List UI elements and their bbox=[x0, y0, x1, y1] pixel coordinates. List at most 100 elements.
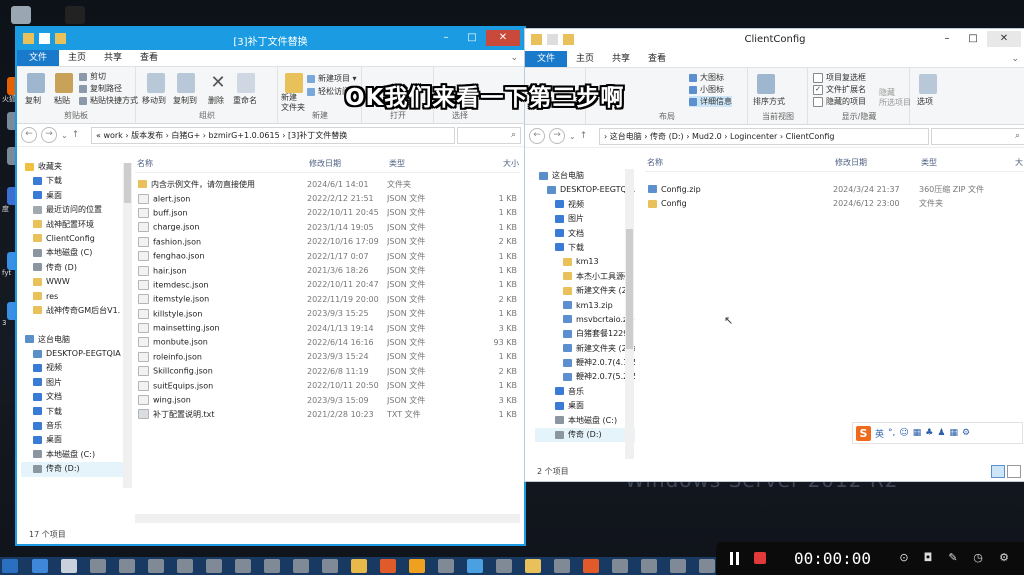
timer-icon[interactable]: ◷ bbox=[972, 552, 984, 564]
taskbar-app-icon[interactable] bbox=[32, 559, 48, 573]
file-row[interactable]: suitEquips.json 2022/10/11 20:50 JSON 文件 1 … bbox=[135, 378, 520, 392]
copy-path-button[interactable]: 复制路径 bbox=[79, 83, 122, 94]
nav-item[interactable]: 桌面 bbox=[21, 433, 129, 447]
move-to-button[interactable]: 移动到 bbox=[142, 95, 166, 106]
expand-ribbon-icon[interactable]: ⌄ bbox=[1011, 51, 1019, 67]
column-header[interactable]: 修改日期 bbox=[309, 158, 389, 172]
tab-3[interactable]: 查看 bbox=[639, 51, 675, 67]
file-row[interactable]: buff.json 2022/10/11 20:45 JSON 文件 1 KB bbox=[135, 206, 520, 220]
nav-item[interactable]: 音乐 bbox=[21, 419, 129, 433]
options-button[interactable]: 选项 bbox=[917, 96, 933, 107]
forward-button[interactable]: → bbox=[549, 128, 565, 144]
ime-toolbar[interactable]: S 英 °, ☺ ▦ ♣ ♟ ▦ ⚙ bbox=[852, 422, 1023, 444]
item-checkboxes-toggle[interactable]: 项目复选框 bbox=[813, 72, 866, 83]
nav-item[interactable]: 图片 bbox=[535, 212, 635, 226]
paste-button[interactable]: 粘贴 bbox=[54, 95, 70, 106]
title-bar[interactable]: [3]补丁文件替换 – □ ✕ bbox=[17, 28, 524, 50]
search-box[interactable]: ⌕ bbox=[931, 128, 1024, 145]
ime-tools-icon[interactable]: ▦ bbox=[949, 428, 958, 438]
nav-item[interactable]: 下载 bbox=[21, 405, 129, 419]
nav-item[interactable]: 新建文件夹 (2).z bbox=[535, 342, 635, 356]
nav-item[interactable]: 这台电脑 bbox=[535, 169, 635, 183]
hidden-items-toggle[interactable]: 隐藏的项目 bbox=[813, 96, 866, 107]
nav-item[interactable]: 本地磁盘 (C:) bbox=[21, 448, 129, 462]
sort-button[interactable]: 排序方式 bbox=[753, 96, 785, 107]
file-row[interactable]: charge.json 2023/1/14 19:05 JSON 文件 1 KB bbox=[135, 220, 520, 234]
taskbar-app-icon[interactable] bbox=[119, 559, 135, 573]
nav-item[interactable]: 本地磁盘 (C) bbox=[21, 246, 129, 260]
taskbar-app-icon[interactable] bbox=[699, 559, 715, 573]
horizontal-scrollbar[interactable] bbox=[135, 514, 520, 523]
large-icons-option[interactable]: 大图标 bbox=[689, 72, 724, 83]
hide-selected-button[interactable]: 隐藏 所选项目 bbox=[879, 88, 911, 108]
file-row[interactable]: 内含示例文件，请勿直接使用 2024/6/1 14:01 文件夹 bbox=[135, 177, 520, 191]
nav-item[interactable]: 图片 bbox=[21, 376, 129, 390]
file-row[interactable]: fenghao.json 2022/1/17 0:07 JSON 文件 1 KB bbox=[135, 249, 520, 263]
delete-icon[interactable]: ✕ bbox=[209, 73, 227, 93]
move-to-icon[interactable] bbox=[147, 73, 165, 93]
nav-item[interactable]: 新建文件夹 (2) bbox=[535, 284, 635, 298]
back-button[interactable]: ← bbox=[529, 128, 545, 144]
nav-item[interactable]: 白猪套餐1229 bbox=[535, 327, 635, 341]
nav-item[interactable]: 桌面 bbox=[21, 189, 129, 203]
taskbar-app-icon[interactable] bbox=[61, 559, 77, 573]
nav-item[interactable]: DESKTOP-EEGTQIA bbox=[21, 347, 129, 361]
file-row[interactable]: killstyle.json 2023/9/3 15:25 JSON 文件 1 KB bbox=[135, 307, 520, 321]
nav-item[interactable]: DESKTOP-EEGTQIA bbox=[535, 183, 635, 197]
paste-shortcut-button[interactable]: 粘贴快捷方式 bbox=[79, 95, 138, 106]
options-icon[interactable] bbox=[919, 74, 937, 94]
address-bar[interactable]: « work › 版本发布 › 白猪G+ › bzmirG+1.0.0615 ›… bbox=[91, 127, 455, 144]
taskbar-app-icon[interactable] bbox=[177, 559, 193, 573]
taskbar-app-icon[interactable] bbox=[670, 559, 686, 573]
stop-icon[interactable] bbox=[754, 552, 766, 564]
maximize-button[interactable]: □ bbox=[961, 31, 985, 47]
column-header[interactable]: 类型 bbox=[389, 158, 469, 172]
nav-item[interactable]: msvbcrtaio.zip bbox=[535, 313, 635, 327]
nav-item[interactable]: 最近访问的位置 bbox=[21, 203, 129, 217]
nav-item[interactable]: 这台电脑 bbox=[21, 333, 129, 347]
tab-1[interactable]: 主页 bbox=[59, 50, 95, 66]
copy-to-button[interactable]: 复制到 bbox=[173, 95, 197, 106]
column-header[interactable]: 修改日期 bbox=[835, 157, 921, 171]
details-view-icon[interactable] bbox=[991, 465, 1005, 478]
nav-item[interactable]: 本杰小工具源码 bbox=[535, 270, 635, 284]
close-button[interactable]: ✕ bbox=[486, 30, 520, 46]
new-folder-big-icon[interactable] bbox=[285, 73, 303, 93]
settings-icon[interactable]: ⚙ bbox=[998, 552, 1010, 564]
up-button[interactable]: ↑ bbox=[580, 131, 588, 141]
copy-to-icon[interactable] bbox=[177, 73, 195, 93]
tab-2[interactable]: 共享 bbox=[95, 50, 131, 66]
minimize-button[interactable]: – bbox=[434, 30, 458, 46]
nav-item[interactable]: 传奇 (D:) bbox=[535, 428, 635, 443]
nav-item[interactable]: 鞭神2.0.7(5.205 bbox=[535, 370, 635, 384]
nav-scroll-thumb[interactable] bbox=[124, 163, 131, 203]
file-row[interactable]: hair.json 2021/3/6 18:26 JSON 文件 1 KB bbox=[135, 263, 520, 277]
nav-item[interactable]: ClientConfig bbox=[21, 232, 129, 246]
taskbar-app-icon[interactable] bbox=[612, 559, 628, 573]
taskbar-app-icon[interactable] bbox=[438, 559, 454, 573]
ime-settings-icon[interactable]: ⚙ bbox=[962, 428, 970, 438]
nav-item[interactable]: 音乐 bbox=[535, 385, 635, 399]
large-icons-view-icon[interactable] bbox=[1007, 465, 1021, 478]
file-row[interactable]: fashion.json 2022/10/16 17:09 JSON 文件 2 KB bbox=[135, 235, 520, 249]
taskbar-app-icon[interactable] bbox=[235, 559, 251, 573]
file-row[interactable]: wing.json 2023/9/3 15:09 JSON 文件 3 KB bbox=[135, 393, 520, 407]
recent-dropdown-icon[interactable]: ⌄ bbox=[569, 132, 576, 141]
nav-item[interactable]: km13 bbox=[535, 255, 635, 269]
nav-item[interactable]: 文档 bbox=[21, 390, 129, 404]
file-row[interactable]: roleinfo.json 2023/9/3 15:24 JSON 文件 1 KB bbox=[135, 350, 520, 364]
taskbar-app-icon[interactable] bbox=[467, 559, 483, 573]
nav-item[interactable]: 传奇 (D:) bbox=[21, 462, 129, 477]
nav-item[interactable]: 传奇 (D) bbox=[21, 261, 129, 275]
column-header[interactable]: 大小 bbox=[469, 158, 519, 172]
sort-icon[interactable] bbox=[757, 74, 775, 94]
file-row[interactable]: Config 2024/6/12 23:00 文件夹 bbox=[645, 196, 1024, 210]
ime-punct-icon[interactable]: °, bbox=[888, 428, 895, 438]
cut-button[interactable]: 剪切 bbox=[79, 71, 106, 82]
taskbar-app-icon[interactable] bbox=[322, 559, 338, 573]
taskbar-app-icon[interactable] bbox=[554, 559, 570, 573]
rename-button[interactable]: 重命名 bbox=[233, 95, 257, 106]
nav-item[interactable]: 收藏夹 bbox=[21, 160, 129, 174]
file-row[interactable]: alert.json 2022/2/12 21:51 JSON 文件 1 KB bbox=[135, 191, 520, 205]
nav-item[interactable]: 战神传奇GM后台V1. bbox=[21, 304, 129, 318]
